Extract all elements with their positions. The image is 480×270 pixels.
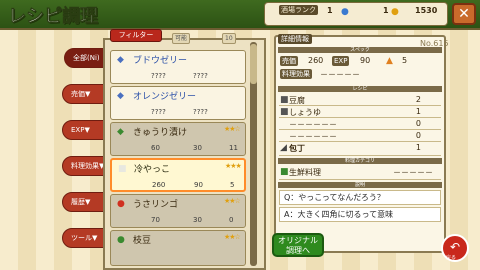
recipe-price: ???? [151, 108, 166, 116]
rank-stars: ★★☆ [224, 125, 241, 133]
tab-price[interactable]: 売価▼ [62, 84, 106, 104]
tab-exp[interactable]: EXP▼ [62, 120, 106, 140]
possible-toggle[interactable]: 可能 [172, 33, 191, 44]
section-category: 料理カテゴリ [278, 158, 442, 164]
recipe-name: ブドウゼリー [133, 56, 188, 66]
page-title: レシピ調理 [8, 6, 99, 28]
recipe-count: 11 [229, 144, 238, 152]
recipe-item[interactable]: ● 枝豆 ★★☆ [110, 230, 246, 266]
price-value: 260 [308, 56, 324, 65]
close-button[interactable]: ✕ [452, 3, 476, 25]
money-value: 1530 [415, 6, 438, 15]
recipe-item-selected[interactable]: ■ 冷やっこ ★★★ 260 90 5 [110, 158, 246, 192]
coin-icon: ● [391, 7, 399, 17]
potion-icon: ● [341, 7, 349, 17]
ingredient-icon: ■ [280, 107, 289, 117]
section-spec: スペック [278, 47, 442, 53]
recipe-item[interactable]: ◆ きゅうり漬け ★★☆ 60 30 11 [110, 122, 246, 156]
recipe-name: オレンジゼリー [133, 92, 197, 102]
recipe-exp: 90 [194, 181, 203, 189]
ingredient-name: しょうゆ [289, 108, 321, 117]
recipe-icon: ◆ [117, 91, 124, 101]
recipe-icon: ◆ [117, 55, 124, 65]
scrollbar-thumb[interactable] [250, 44, 257, 84]
ingredient-qty: 1 [415, 107, 421, 116]
ingredient-name: －－－－－－ [289, 120, 337, 129]
tab-tool[interactable]: ツール▼ [62, 228, 106, 248]
back-arrow-icon: ↶ [449, 240, 461, 254]
recipe-exp: ???? [193, 72, 208, 80]
rank-stars: ★★☆ [224, 197, 241, 205]
tofu-icon: ■ [118, 164, 127, 174]
recipe-price: 60 [151, 144, 160, 152]
recipe-name: 冷やっこ [134, 165, 171, 175]
recipe-item[interactable]: ◆ ブドウゼリー ???? ???? [110, 50, 246, 84]
item-count: 1 [383, 6, 389, 15]
pickle-icon: ◆ [117, 127, 124, 137]
tool-name: 包丁 [289, 144, 305, 153]
recipe-exp: ???? [193, 108, 208, 116]
tool-row: ◢ 包丁 1 [279, 142, 441, 156]
recipe-price: 260 [152, 181, 166, 189]
tab-effect[interactable]: 料理効果▼ [62, 156, 106, 176]
recipe-name: 枝豆 [133, 236, 152, 246]
recipe-item[interactable]: ◆ オレンジゼリー ???? ???? [110, 86, 246, 120]
ingredient-qty: 2 [415, 95, 421, 104]
ingredient-name: 豆腐 [289, 96, 305, 105]
category-name: 生鮮料理 [289, 168, 321, 177]
recipe-count: 0 [229, 216, 234, 224]
count-toggle[interactable]: 10 [222, 33, 236, 44]
recipe-exp: 30 [193, 144, 202, 152]
exp-value: 90 [360, 56, 371, 65]
recipe-exp: 30 [193, 216, 202, 224]
back-label: 戻る [446, 255, 457, 261]
detail-header: 詳細情報 [278, 34, 312, 44]
description-answer: A：大きく四角に切るって意味 [279, 207, 441, 222]
ingredient-row: ■ 豆腐 2 [279, 94, 441, 106]
tab-history[interactable]: 履歴▼ [62, 192, 106, 212]
tab-all[interactable]: 全部(Ni) [64, 48, 108, 68]
category-icon: ■ [280, 167, 289, 177]
category-row: ■ 生鮮料理 －－－－－ [279, 166, 441, 180]
ingredient-icon: ■ [280, 95, 289, 105]
recipe-name: うさリンゴ [133, 200, 179, 210]
flame-icon: ▲ [386, 56, 393, 66]
status-panel: 酒場ランク 1 ● 1 ● 1530 [264, 2, 448, 26]
category-rest: －－－－－ [393, 168, 433, 177]
rank-stars: ★★★ [225, 162, 242, 170]
ingredient-qty: 0 [415, 119, 421, 128]
ingredient-qty: 0 [415, 131, 421, 140]
recipe-item[interactable]: ● うさリンゴ ★★☆ 70 30 0 [110, 194, 246, 228]
description-question: Q：やっこってなんだろう？ [279, 190, 441, 205]
recipe-price: 70 [151, 216, 160, 224]
ingredient-row: －－－－－－ 0 [279, 130, 441, 142]
apple-icon: ● [117, 199, 125, 209]
rank-stars: ★★☆ [224, 233, 241, 241]
header-bar: レシピ調理 酒場ランク 1 ● 1 ● 1530 ✕ [0, 0, 480, 30]
edamame-icon: ● [117, 235, 125, 245]
effect-value: －－－－－ [320, 70, 360, 79]
recipe-price: ???? [151, 72, 166, 80]
section-description: 説明 [278, 182, 442, 188]
ingredient-row: ■ しょうゆ 1 [279, 106, 441, 118]
exp-label: EXP [332, 56, 350, 66]
section-recipe: レシピ [278, 86, 442, 92]
recipe-count: 5 [230, 181, 235, 189]
ingredient-name: －－－－－－ [289, 132, 337, 141]
rank-value: 1 [327, 6, 333, 15]
knife-icon: ◢ [280, 143, 287, 153]
tool-qty: 1 [415, 143, 421, 152]
original-cooking-button[interactable]: オリジナル 調理へ [272, 233, 324, 257]
count-value: 5 [402, 56, 408, 65]
rank-label: 酒場ランク [279, 5, 318, 15]
price-label: 売価 [280, 56, 298, 66]
recipe-name: きゅうり漬け [133, 128, 188, 138]
effect-label: 料理効果 [280, 69, 312, 79]
filter-button[interactable]: フィルター [110, 29, 162, 42]
ingredient-row: －－－－－－ 0 [279, 118, 441, 130]
